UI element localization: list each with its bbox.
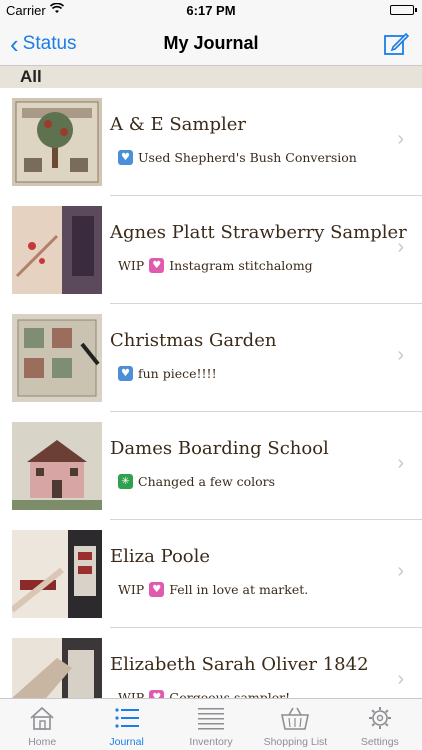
list-item[interactable]: Dames Boarding School ✳ Changed a few co…	[0, 412, 422, 520]
tab-shopping-list-label: Shopping List	[263, 736, 328, 748]
project-note: WIP ♥ Fell in love at market.	[118, 582, 308, 597]
project-note: WIP ♥ Gorgeous sampler!	[118, 690, 290, 698]
section-header: All	[0, 66, 422, 88]
sparkle-icon: ✳	[118, 474, 133, 489]
status-prefix: WIP	[118, 582, 145, 597]
note-text: Fell in love at market.	[169, 582, 309, 597]
list-item[interactable]: Agnes Platt Strawberry Sampler WIP ♥ Ins…	[0, 196, 422, 304]
list-item[interactable]: Eliza Poole WIP ♥ Fell in love at market…	[0, 520, 422, 628]
tab-home-label: Home	[28, 736, 57, 748]
tab-settings[interactable]: Settings	[338, 699, 422, 750]
list-item[interactable]: A & E Sampler ♥ Used Shepherd's Bush Con…	[0, 88, 422, 196]
tab-settings-label: Settings	[360, 736, 399, 748]
tab-shopping-list[interactable]: Shopping List	[253, 699, 337, 750]
project-title: Dames Boarding School	[110, 438, 329, 459]
note-text: Instagram stitchalomg	[169, 258, 313, 273]
tab-home[interactable]: Home	[0, 699, 84, 750]
project-thumbnail	[12, 98, 102, 186]
back-button-label: Status	[22, 33, 77, 54]
chevron-right-icon: ›	[397, 560, 404, 582]
chevron-right-icon: ›	[397, 452, 404, 474]
project-title: Christmas Garden	[110, 330, 277, 351]
basket-icon	[281, 707, 310, 730]
heart-icon: ♥	[118, 366, 133, 381]
project-note: ♥ Used Shepherd's Bush Conversion	[118, 150, 357, 165]
project-title: Agnes Platt Strawberry Sampler	[110, 222, 407, 243]
tab-bar: Home Journal Inventory Shopping List Set…	[0, 698, 422, 750]
note-text: Changed a few colors	[138, 474, 276, 489]
project-title: Elizabeth Sarah Oliver 1842	[110, 654, 369, 675]
journal-list: A & E Sampler ♥ Used Shepherd's Bush Con…	[0, 88, 422, 698]
clock: 6:17 PM	[186, 3, 236, 18]
heart-icon: ♥	[118, 150, 133, 165]
project-thumbnail	[12, 530, 102, 618]
chevron-right-icon: ›	[397, 344, 404, 366]
project-title: Eliza Poole	[110, 546, 211, 567]
chevron-right-icon: ›	[397, 668, 404, 690]
project-thumbnail	[12, 206, 102, 294]
project-title: A & E Sampler	[110, 114, 246, 135]
tab-journal-label: Journal	[109, 736, 144, 748]
heart-icon: ♥	[149, 582, 165, 597]
back-button[interactable]: ‹ Status	[10, 30, 77, 58]
tab-journal[interactable]: Journal	[84, 699, 168, 750]
tab-inventory[interactable]: Inventory	[169, 699, 253, 750]
status-prefix: WIP	[118, 690, 145, 698]
project-note: WIP ♥ Instagram stitchalomg	[118, 258, 313, 273]
note-text: fun piece!!!!	[138, 366, 217, 381]
project-thumbnail	[12, 314, 102, 402]
home-icon	[30, 706, 54, 730]
gear-icon	[368, 707, 391, 729]
project-note: ✳ Changed a few colors	[118, 474, 275, 489]
battery-icon	[390, 5, 417, 15]
compose-button[interactable]	[382, 30, 410, 58]
chevron-right-icon: ›	[397, 236, 404, 258]
status-bar: Carrier 6:17 PM	[0, 0, 422, 22]
list-item[interactable]: Christmas Garden ♥ fun piece!!!! ›	[0, 304, 422, 412]
status-prefix: WIP	[118, 258, 145, 273]
compose-icon	[384, 32, 410, 55]
heart-icon: ♥	[149, 690, 165, 698]
project-thumbnail	[12, 638, 102, 698]
heart-icon: ♥	[149, 258, 165, 273]
note-text: Used Shepherd's Bush Conversion	[138, 150, 357, 165]
navigation-bar: ‹ Status My Journal	[0, 22, 422, 66]
chevron-left-icon: ‹	[10, 29, 19, 59]
list-icon	[115, 708, 139, 728]
tab-inventory-label: Inventory	[189, 736, 233, 748]
chevron-right-icon: ›	[397, 128, 404, 150]
lines-icon	[198, 708, 225, 730]
project-note: ♥ fun piece!!!!	[118, 366, 217, 381]
project-thumbnail	[12, 422, 102, 510]
note-text: Gorgeous sampler!	[169, 690, 291, 698]
list-item[interactable]: Elizabeth Sarah Oliver 1842 WIP ♥ Gorgeo…	[0, 628, 422, 698]
